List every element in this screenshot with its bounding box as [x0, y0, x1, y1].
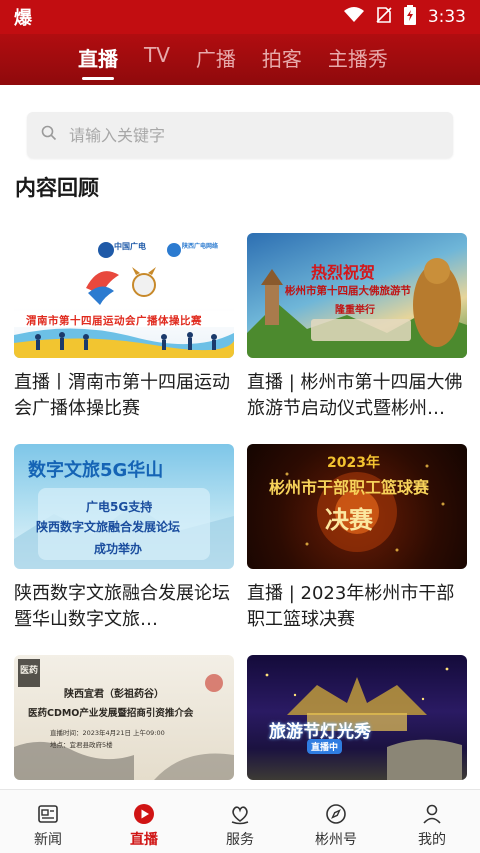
tab-paike[interactable]: 拍客 [262, 34, 302, 85]
video-title: 直播 | 2023年彬州市干部职工篮球决赛 [247, 583, 455, 630]
video-thumbnail: 医药 陕西宜君（彭祖药谷） 医药CDMO产业发展暨招商引资推介会 直播时间：20… [14, 655, 234, 780]
nav-news[interactable]: 新闻 [0, 790, 96, 853]
nav-label: 服务 [226, 832, 254, 848]
battery-icon [403, 4, 416, 30]
logo-shaanxi-network: 陕西广电网络 [182, 243, 219, 250]
video-title: 陕西数字文旅融合发展论坛暨华山数字文旅… [14, 583, 230, 630]
section-title: 内容回顾 [15, 176, 99, 200]
live-badge: 直播中 [307, 739, 343, 754]
nav-profile[interactable]: 我的 [384, 790, 480, 853]
top-tab-bar: 直播 TV 广播 拍客 主播秀 [0, 34, 480, 85]
thumbnail-subtitle: 彬州市第十四届大佛旅游节 [285, 285, 411, 297]
thumbnail-heading: 陕西宜君（彭祖药谷） [64, 689, 164, 700]
video-thumbnail: 热烈祝贺 彬州市第十四届大佛旅游节 隆重举行 [247, 233, 467, 358]
thumbnail-caption: 隆重举行 [335, 305, 375, 316]
play-icon [132, 803, 156, 825]
thumbnail-heading: 数字文旅5G华山 [28, 460, 164, 481]
video-title: 直播丨渭南市第十四届运动会广播体操比赛 [14, 372, 230, 419]
compass-icon [324, 803, 348, 825]
thumbnail-corner: 医药 [20, 666, 39, 676]
tab-live[interactable]: 直播 [78, 34, 118, 85]
thumbnail-heading: 彬州市干部职工篮球赛 [269, 478, 430, 497]
service-icon [228, 803, 252, 825]
thumbnail-caption: 决赛 [325, 506, 373, 534]
video-thumbnail: 旅游节灯光秀 直播中 [247, 655, 467, 780]
wifi-icon [343, 6, 364, 28]
status-bar: 爆 3:33 [0, 0, 480, 34]
status-time: 3:33 [427, 7, 466, 27]
search-input[interactable] [69, 125, 429, 145]
logo-cn-broadcast: 中国广电 [114, 242, 146, 251]
tab-anchor-show[interactable]: 主播秀 [328, 34, 388, 85]
nav-label: 彬州号 [315, 832, 357, 848]
thumbnail-banner: 渭南市第十四届运动会广播体操比赛 [26, 315, 202, 327]
search-icon [41, 125, 57, 145]
nav-binzhou-account[interactable]: 彬州号 [288, 790, 384, 853]
video-thumbnail: 中国广电 陕西广电网络 渭南市第十四届运动会广播体操比赛 [14, 233, 234, 358]
app-notification-icon: 爆 [14, 8, 32, 29]
video-card[interactable]: 中国广电 陕西广电网络 渭南市第十四届运动会广播体操比赛 直播丨渭南市第十四届运… [14, 233, 234, 422]
no-sim-icon [376, 6, 392, 28]
tab-radio[interactable]: 广播 [196, 34, 236, 85]
thumbnail-subtitle: 医药CDMO产业发展暨招商引资推介会 [28, 708, 194, 719]
thumbnail-year: 2023年 [327, 455, 380, 471]
news-icon [36, 803, 60, 825]
nav-label: 新闻 [34, 832, 62, 848]
thumbnail-caption: 成功举办 [94, 542, 143, 556]
user-icon [420, 803, 444, 825]
nav-live[interactable]: 直播 [96, 790, 192, 853]
video-card[interactable]: 热烈祝贺 彬州市第十四届大佛旅游节 隆重举行 直播 | 彬州市第十四届大佛旅游节… [247, 233, 467, 422]
nav-label: 我的 [418, 832, 446, 848]
tab-tv[interactable]: TV [144, 34, 170, 85]
video-card[interactable]: 数字文旅5G华山 广电5G支持 陕西数字文旅融合发展论坛 成功举办 陕西数字文旅… [14, 444, 234, 633]
search-box[interactable] [27, 112, 453, 158]
video-thumbnail: 数字文旅5G华山 广电5G支持 陕西数字文旅融合发展论坛 成功举办 [14, 444, 234, 569]
nav-label: 直播 [130, 832, 158, 848]
bottom-nav: 新闻 直播 服务 彬州号 我的 [0, 789, 480, 853]
thumbnail-heading: 热烈祝贺 [311, 263, 376, 282]
thumbnail-subtitle: 广电5G支持 [86, 500, 153, 514]
thumbnail-caption: 直播时间：2023年4月21日 上午09:00 [50, 729, 165, 737]
nav-service[interactable]: 服务 [192, 790, 288, 853]
video-thumbnail: 2023年 彬州市干部职工篮球赛 决赛 [247, 444, 467, 569]
video-card[interactable]: 2023年 彬州市干部职工篮球赛 决赛 直播 | 2023年彬州市干部职工篮球决… [247, 444, 467, 633]
video-title: 直播 | 彬州市第十四届大佛旅游节启动仪式暨彬州… [247, 372, 463, 419]
thumbnail-caption: 地点：宜君县政府5楼 [50, 741, 113, 749]
thumbnail-caption: 陕西数字文旅融合发展论坛 [36, 520, 181, 534]
